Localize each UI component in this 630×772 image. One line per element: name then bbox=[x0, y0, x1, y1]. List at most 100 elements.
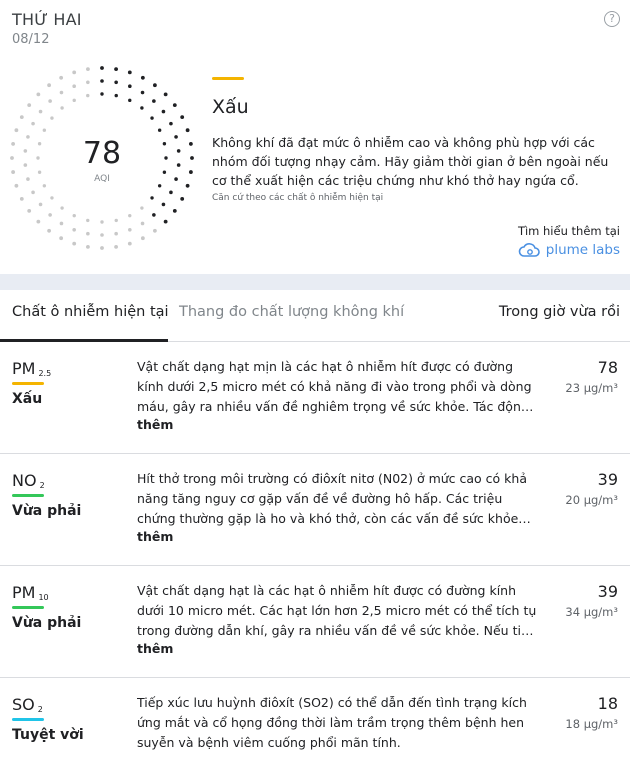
gauge-dot bbox=[153, 83, 157, 88]
gauge-dot bbox=[47, 83, 51, 88]
pollutant-level: Tuyệt vời bbox=[12, 727, 84, 743]
pollutant-row[interactable]: NO 2 Vừa phải Hít thở trong môi trường có đ… bbox=[0, 454, 630, 566]
gauge-dot bbox=[128, 84, 132, 88]
gauge-dot bbox=[59, 90, 64, 95]
gauge-dot bbox=[140, 221, 145, 226]
gauge-dot bbox=[174, 135, 178, 139]
gauge-dot bbox=[86, 80, 90, 85]
gauge-dot bbox=[162, 170, 167, 174]
pollutant-description: Vật chất dạng hạt mịn là các hạt ô nhiễm… bbox=[137, 359, 532, 414]
pollutant-description: Hít thở trong môi trường có điôxít nitơ … bbox=[137, 471, 527, 526]
gauge-dot bbox=[176, 149, 181, 153]
gauge-dot bbox=[11, 142, 16, 146]
pollutant-level-bar bbox=[12, 494, 44, 497]
gauge-dot bbox=[140, 206, 144, 210]
gauge-dot bbox=[23, 149, 28, 153]
gauge-dot bbox=[140, 75, 145, 80]
pollutant-row[interactable]: PM 10 Vừa phải Vật chất dạng hạt là các hạt… bbox=[0, 566, 630, 678]
gauge-dot bbox=[59, 236, 64, 241]
gauge-dot bbox=[157, 184, 162, 188]
gauge-dot bbox=[48, 99, 52, 103]
gauge-dot bbox=[10, 156, 14, 160]
gauge-dot bbox=[127, 241, 132, 246]
pollutant-subscript: 2 bbox=[37, 705, 43, 714]
pollutant-description: Tiếp xúc lưu huỳnh điôxít (SO2) có thể d… bbox=[137, 695, 527, 750]
gauge-dot bbox=[114, 80, 118, 85]
pollutant-concentration: 20 µg/m³ bbox=[565, 493, 618, 507]
pollutant-symbol: PM bbox=[12, 583, 36, 602]
aqi-summary: THỨ HAI 08/12 ? 78 AQI Xấu Không khí đã … bbox=[0, 0, 630, 274]
gauge-dot bbox=[150, 196, 154, 200]
gauge-dot bbox=[86, 67, 90, 72]
section-divider bbox=[0, 274, 630, 290]
learn-more-label: Tìm hiểu thêm tại bbox=[517, 224, 620, 238]
pollutant-symbol: SO bbox=[12, 695, 35, 714]
pollutant-aqi-value: 39 bbox=[597, 582, 618, 601]
gauge-dot bbox=[37, 142, 42, 146]
gauge-dot bbox=[100, 66, 104, 70]
tab-current-pollutants[interactable]: Chất ô nhiễm hiện tại bbox=[12, 304, 169, 320]
gauge-dot bbox=[72, 228, 76, 232]
tab-air-quality-scale[interactable]: Thang đo chất lượng không khí bbox=[179, 304, 404, 320]
gauge-dot bbox=[50, 196, 54, 200]
gauge-dot bbox=[161, 109, 166, 114]
day-label: THỨ HAI bbox=[12, 10, 82, 29]
gauge-dot bbox=[19, 196, 24, 201]
pollutant-row[interactable]: SO 2 Tuyệt vời Tiếp xúc lưu huỳnh điôxít (S… bbox=[0, 678, 630, 772]
gauge-dot bbox=[86, 231, 90, 236]
gauge-dot bbox=[153, 228, 157, 233]
level-color-bar bbox=[212, 77, 244, 80]
gauge-dot bbox=[42, 128, 47, 132]
gauge-dot bbox=[36, 219, 41, 224]
more-link[interactable]: thêm bbox=[137, 417, 173, 432]
gauge-dot bbox=[150, 116, 154, 120]
pollutant-subscript: 2 bbox=[39, 481, 45, 490]
pollutant-name: PM 2.5 bbox=[12, 359, 51, 378]
pollutant-symbol: NO bbox=[12, 471, 37, 490]
gauge-dot bbox=[190, 156, 194, 160]
gauge-dot bbox=[86, 218, 90, 223]
more-link[interactable]: thêm bbox=[137, 529, 173, 544]
gauge-dot bbox=[36, 156, 40, 160]
tab-last-hour[interactable]: Trong giờ vừa rồi bbox=[499, 304, 620, 320]
gauge-dot bbox=[31, 190, 35, 195]
pollutant-subscript: 10 bbox=[38, 593, 49, 602]
aqi-value: 78 bbox=[82, 136, 122, 171]
gauge-dot bbox=[163, 92, 168, 97]
gauge-dot bbox=[163, 219, 168, 224]
help-icon[interactable]: ? bbox=[604, 11, 620, 27]
gauge-dot bbox=[169, 121, 173, 126]
gauge-dot bbox=[26, 135, 30, 139]
level-description: Không khí đã đạt mức ô nhiễm cao và khôn… bbox=[212, 135, 609, 188]
pollutant-row[interactable]: PM 2.5 Xấu Vật chất dạng hạt mịn là các hạt… bbox=[0, 342, 630, 454]
gauge-dot bbox=[140, 90, 145, 95]
more-link[interactable]: thêm bbox=[137, 641, 173, 656]
gauge-dot bbox=[185, 128, 190, 133]
pollutant-name: NO 2 bbox=[12, 471, 45, 490]
pollutant-name: PM 10 bbox=[12, 583, 49, 602]
gauge-dot bbox=[188, 170, 193, 174]
plume-labs-brand: plume labs bbox=[545, 242, 620, 258]
pollutant-level-bar bbox=[12, 606, 44, 609]
gauge-dot bbox=[14, 128, 19, 133]
tab-bar: Chất ô nhiễm hiện tại Thang đo chất lượn… bbox=[0, 290, 630, 342]
pollutant-level: Vừa phải bbox=[12, 503, 82, 519]
gauge-dot bbox=[48, 213, 52, 217]
plume-labs-link[interactable]: plume labs bbox=[518, 242, 620, 258]
gauge-dot bbox=[37, 170, 42, 174]
gauge-dot bbox=[19, 115, 24, 120]
pollutant-concentration: 34 µg/m³ bbox=[565, 605, 618, 619]
gauge-dot bbox=[23, 163, 28, 167]
gauge-dot bbox=[114, 231, 118, 236]
gauge-dot bbox=[72, 70, 77, 75]
pollutant-name: SO 2 bbox=[12, 695, 43, 714]
gauge-dot bbox=[38, 202, 43, 207]
pollutant-subscript: 2.5 bbox=[38, 369, 52, 378]
gauge-dot bbox=[86, 93, 90, 98]
gauge-dot bbox=[47, 228, 51, 233]
gauge-dot bbox=[172, 209, 177, 213]
gauge-dot bbox=[42, 184, 47, 188]
gauge-dot bbox=[128, 98, 132, 103]
gauge-dot bbox=[169, 190, 173, 195]
plume-labs-logo-icon bbox=[518, 243, 540, 257]
